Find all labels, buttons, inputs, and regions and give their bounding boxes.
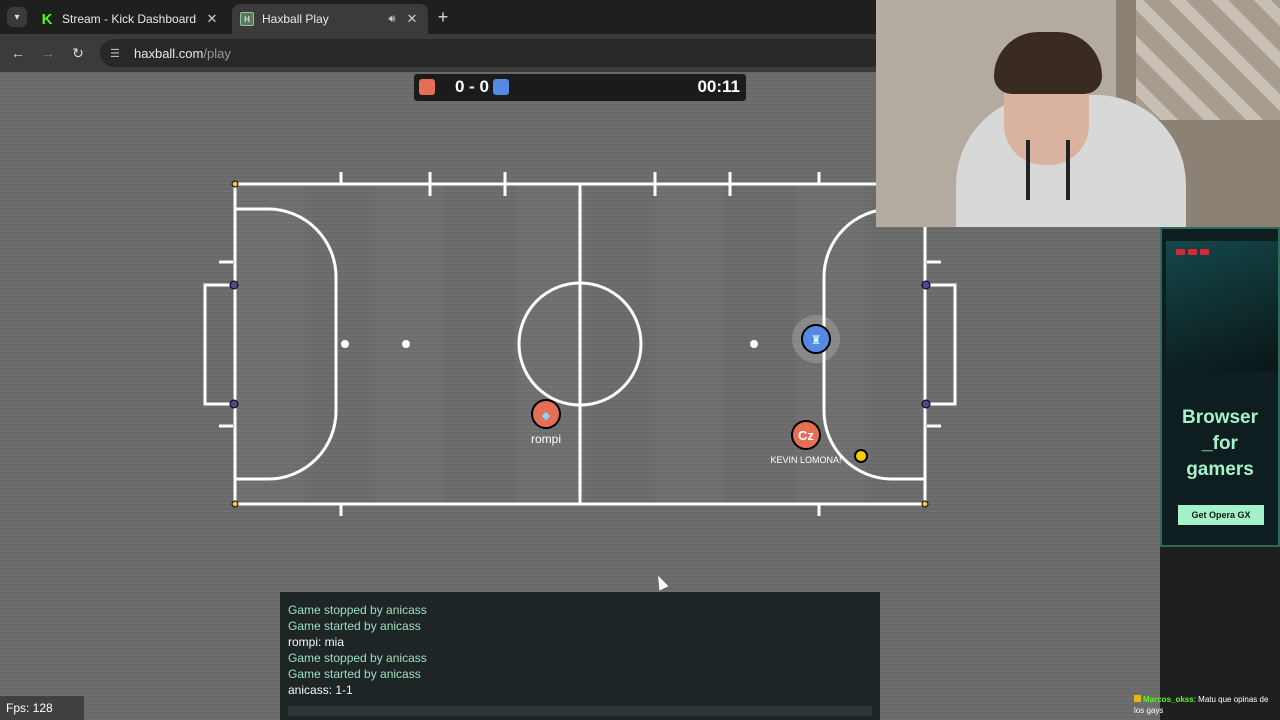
close-icon[interactable]: ✕ xyxy=(204,11,220,27)
browser-tab-bar: ▾ K Stream - Kick Dashboard ✕ H Haxball … xyxy=(0,0,876,34)
player-name-kevin: KEVIN LOMONA! xyxy=(770,455,842,465)
ad-headline-line: _for xyxy=(1202,433,1238,454)
ad-laptop-image xyxy=(1166,241,1278,371)
haxball-icon: H xyxy=(240,12,254,26)
svg-text:Cz: Cz xyxy=(798,428,814,443)
player-kevin: Cz xyxy=(791,420,821,450)
fps-counter: Fps: 128 xyxy=(0,696,84,720)
address-bar[interactable]: ☰ haxball.com/play xyxy=(100,39,890,67)
player-name-rompi: rompi xyxy=(530,432,561,446)
webcam-stairs xyxy=(1136,0,1280,120)
chat-line: rompi: mia xyxy=(288,635,345,649)
speaker-icon[interactable]: 🔊︎ xyxy=(384,13,400,26)
ad-window-dots xyxy=(1176,249,1209,255)
chat-line: anicass: 1-1 xyxy=(288,683,353,697)
stream-chat-message: Marcos_okss: Matu que opinas de los gays xyxy=(1134,694,1280,716)
screen: ▾ K Stream - Kick Dashboard ✕ H Haxball … xyxy=(0,0,1280,720)
tab-haxball-play[interactable]: H Haxball Play 🔊︎ ✕ xyxy=(232,4,428,34)
hoodie-cord xyxy=(1066,140,1070,200)
hoodie-cord xyxy=(1026,140,1030,200)
ball xyxy=(854,449,868,463)
forward-arrow-icon[interactable]: → xyxy=(38,43,58,63)
webcam-overlay xyxy=(876,0,1280,227)
player-blue: ♜ xyxy=(792,315,840,363)
close-icon[interactable]: ✕ xyxy=(404,11,420,27)
site-settings-icon[interactable]: ☰ xyxy=(110,47,124,60)
chat-username: Marcos_okss xyxy=(1143,695,1194,704)
chat-line: Game started by anicass xyxy=(288,667,421,681)
ad-headline-line: gamers xyxy=(1186,459,1254,480)
url-domain: haxball.com xyxy=(134,45,204,61)
url-path: /play xyxy=(203,45,231,61)
chat-line: Game started by anicass xyxy=(288,619,421,633)
back-arrow-icon[interactable]: ← xyxy=(8,43,28,63)
chat-input[interactable] xyxy=(288,706,872,716)
browser-toolbar: ← → ↻ ☰ haxball.com/play xyxy=(0,34,890,72)
tab-title: Haxball Play xyxy=(262,12,329,26)
get-opera-gx-button[interactable]: Get Opera GX xyxy=(1178,505,1264,525)
ad-headline-line: Browser xyxy=(1181,407,1259,428)
webcam-person-hair xyxy=(994,32,1102,94)
tab-title: Stream - Kick Dashboard xyxy=(62,12,197,26)
player-rompi: ◆ xyxy=(531,399,561,429)
game-chat: Game stopped by anicass Game started by … xyxy=(280,592,880,720)
svg-text:◆: ◆ xyxy=(542,409,551,422)
reload-icon[interactable]: ↻ xyxy=(68,43,88,63)
chat-line: Game stopped by anicass xyxy=(288,603,427,617)
tab-kick-dashboard[interactable]: K Stream - Kick Dashboard ✕ xyxy=(32,4,228,34)
opera-gx-ad[interactable]: Browser _for gamers Get Opera GX xyxy=(1160,227,1280,547)
ad-headline: Browser _for gamers xyxy=(1162,405,1278,483)
new-tab-plus-icon[interactable]: + xyxy=(434,7,452,27)
tab-search-chevron-icon[interactable]: ▾ xyxy=(7,7,27,27)
kick-logo-icon: K xyxy=(41,10,53,28)
chat-line: Game stopped by anicass xyxy=(288,651,427,665)
chat-badge-icon xyxy=(1134,695,1141,702)
svg-text:♜: ♜ xyxy=(811,333,822,347)
